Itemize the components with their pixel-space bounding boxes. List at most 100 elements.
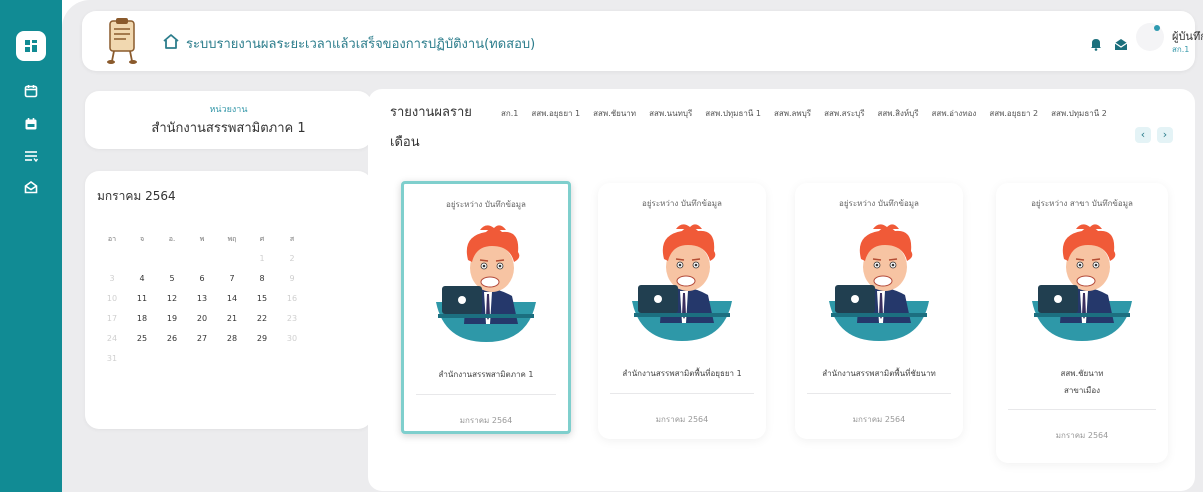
- calendar-day[interactable]: 10: [97, 289, 127, 309]
- org-tab[interactable]: สสพ.นนทบุรี: [649, 107, 692, 120]
- calendar-day[interactable]: 9: [277, 269, 307, 289]
- calendar-day: [187, 249, 217, 269]
- report-card[interactable]: อยู่ระหว่าง บันทึกข้อมูลสำนักงานสรรพสามิ…: [795, 183, 963, 439]
- top-bar: ระบบรายงานผลระยะเวลาแล้วเสร็จของการปฏิบั…: [82, 11, 1203, 71]
- calendar-day[interactable]: 4: [127, 269, 157, 289]
- worker-at-laptop-illustration: [624, 223, 740, 343]
- mail-open-icon[interactable]: [21, 177, 41, 197]
- bell-icon[interactable]: [1090, 36, 1102, 51]
- card-org: สำนักงานสรรพสามิตพื้นที่ชัยนาท: [801, 365, 957, 382]
- org-tab[interactable]: สสพ.ลพบุรี: [774, 107, 811, 120]
- calendar-icon[interactable]: [21, 81, 41, 101]
- card-divider: [807, 393, 951, 394]
- calendar-day: [157, 249, 187, 269]
- calendar-weekday: ศ: [259, 235, 265, 243]
- calendar-day[interactable]: 28: [217, 329, 247, 349]
- calendar-month: มกราคม 2564: [97, 189, 176, 203]
- calendar-day[interactable]: 3: [97, 269, 127, 289]
- sidebar: [0, 0, 62, 492]
- calendar-day[interactable]: 25: [127, 329, 157, 349]
- org-tab[interactable]: สสพ.อยุธยา 1: [531, 107, 580, 120]
- card-divider: [1008, 409, 1156, 410]
- calendar-day[interactable]: 26: [157, 329, 187, 349]
- calendar-day[interactable]: 8: [247, 269, 277, 289]
- calendar-grid: อาจอ. พพฤศส 1 2 3 4 5 6 7 8 9 10 11 12 13 14 15 16 17 18 19 2…: [97, 229, 307, 369]
- report-card[interactable]: อยู่ระหว่าง บันทึกข้อมูลสำนักงานสรรพสามิ…: [598, 183, 766, 439]
- calendar-day: [217, 249, 247, 269]
- app-title: ระบบรายงานผลระยะเวลาแล้วเสร็จของการปฏิบั…: [186, 37, 536, 52]
- card-status: อยู่ระหว่าง บันทึกข้อมูล: [446, 200, 526, 209]
- calendar-day[interactable]: 16: [277, 289, 307, 309]
- calendar-day[interactable]: 31: [97, 349, 127, 369]
- card-status: อยู่ระหว่าง บันทึกข้อมูล: [839, 199, 919, 208]
- dashboard-icon[interactable]: [16, 31, 46, 61]
- worker-at-laptop-illustration: [821, 223, 937, 343]
- org-tab[interactable]: สสพ.สระบุรี: [824, 107, 864, 120]
- org-tab[interactable]: สสพ.ปทุมธานี 1: [705, 107, 761, 120]
- report-title: รายงานผลราย: [390, 105, 472, 120]
- calendar-day[interactable]: 29: [247, 329, 277, 349]
- calendar-day[interactable]: 15: [247, 289, 277, 309]
- prev-button[interactable]: ‹: [1135, 127, 1151, 143]
- next-button[interactable]: ›: [1157, 127, 1173, 143]
- calendar-weekday: พ: [199, 235, 205, 243]
- card-branch-name: สาขาเมือง: [1063, 386, 1101, 395]
- calendar-day[interactable]: 2: [277, 249, 307, 269]
- calendar-day[interactable]: 23: [277, 309, 307, 329]
- card-status: อยู่ระหว่าง บันทึกข้อมูล: [642, 199, 722, 208]
- report-card[interactable]: อยู่ระหว่าง บันทึกข้อมูลสำนักงานสรรพสามิ…: [401, 181, 571, 434]
- calendar-day[interactable]: 30: [277, 329, 307, 349]
- calendar-day[interactable]: 11: [127, 289, 157, 309]
- calendar-day[interactable]: 5: [157, 269, 187, 289]
- calendar-day[interactable]: 7: [217, 269, 247, 289]
- calendar-weekday: พฤ: [227, 235, 237, 243]
- mail-icon[interactable]: [1114, 36, 1128, 50]
- calendar-day[interactable]: 14: [217, 289, 247, 309]
- calendar-card: มกราคม 2564 อาจอ. พพฤศส 1 2 3 4 5 6 7 8 9 10 11 12 13 1…: [85, 171, 372, 429]
- calendar-day[interactable]: 22: [247, 309, 277, 329]
- org-tab[interactable]: สสพ.สิงห์บุรี: [878, 107, 919, 120]
- org-tab[interactable]: สสพ.อยุธยา 2: [989, 107, 1038, 120]
- user-org: สก.1: [1172, 45, 1190, 54]
- card-org: สำนักงานสรรพสามิตภาค 1: [410, 366, 562, 383]
- card-org-name: สำนักงานสรรพสามิตพื้นที่ชัยนาท: [822, 369, 936, 378]
- calendar-day: [127, 249, 157, 269]
- calendar-day[interactable]: 1: [247, 249, 277, 269]
- unit-value: สำนักงานสรรพสามิตภาค 1: [151, 121, 306, 136]
- org-tab[interactable]: สสพ.ชัยนาท: [593, 107, 636, 120]
- card-org: สำนักงานสรรพสามิตพื้นที่อยุธยา 1: [604, 365, 760, 382]
- calendar-day[interactable]: 27: [187, 329, 217, 349]
- notification-dot: [1154, 25, 1160, 31]
- calendar-day[interactable]: 17: [97, 309, 127, 329]
- worker-at-laptop-illustration: [428, 224, 544, 344]
- card-org-name: สำนักงานสรรพสามิตภาค 1: [438, 370, 534, 379]
- org-tab[interactable]: สก.1: [501, 107, 518, 120]
- org-tabs: สก.1 สสพ.อยุธยา 1 สสพ.ชัยนาท สสพ.นนทบุรี สสพ…: [501, 107, 1121, 120]
- calendar-day[interactable]: 19: [157, 309, 187, 329]
- calendar-check-icon[interactable]: [21, 114, 41, 134]
- calendar-day[interactable]: 13: [187, 289, 217, 309]
- card-divider: [416, 394, 556, 395]
- card-divider: [610, 393, 754, 394]
- report-title-line2: เดือน: [390, 135, 420, 150]
- list-icon[interactable]: [21, 146, 41, 166]
- card-month: มกราคม 2564: [1055, 431, 1109, 440]
- calendar-day[interactable]: 21: [217, 309, 247, 329]
- worker-at-laptop-illustration: [1024, 223, 1140, 343]
- card-month: มกราคม 2564: [655, 415, 709, 424]
- report-card[interactable]: อยู่ระหว่าง สาขา บันทึกข้อมูล สสพ.ชัยนาทส…: [996, 183, 1168, 463]
- calendar-day[interactable]: 6: [187, 269, 217, 289]
- calendar-day[interactable]: 12: [157, 289, 187, 309]
- calendar-weekday: อ.: [168, 235, 176, 243]
- calendar-day[interactable]: 20: [187, 309, 217, 329]
- org-tab[interactable]: สสพ.อ่างทอง: [932, 107, 977, 120]
- clipboard-logo-icon: [102, 15, 142, 67]
- card-month: มกราคม 2564: [852, 415, 906, 424]
- calendar-weekday: จ: [139, 235, 145, 243]
- calendar-weekday: อา: [107, 235, 117, 243]
- calendar-day[interactable]: 18: [127, 309, 157, 329]
- calendar-day[interactable]: 24: [97, 329, 127, 349]
- card-org-name: สสพ.ชัยนาท: [1060, 369, 1104, 378]
- org-tab[interactable]: สสพ.ปทุมธานี 2: [1051, 107, 1107, 120]
- home-icon[interactable]: [162, 33, 180, 50]
